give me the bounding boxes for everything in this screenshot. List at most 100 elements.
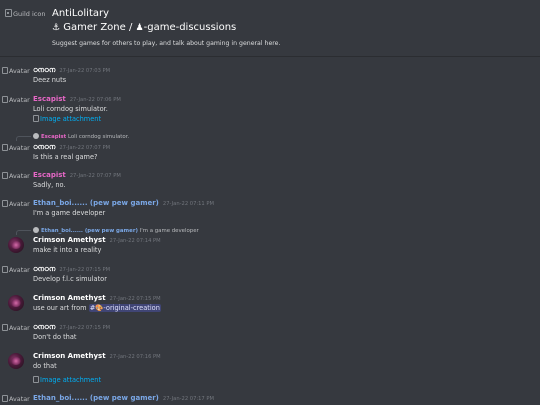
author-name[interactable]: ഠനഠന <box>33 143 55 151</box>
author-name[interactable]: Escapist <box>33 95 66 103</box>
message-header: Escapist 27-Jan-22 07:07 PM <box>33 171 121 179</box>
message-header: Crimson Amethyst 27-Jan-22 07:16 PM <box>33 352 161 360</box>
reply-connector <box>16 230 31 235</box>
message-header: ഠനഠന 27-Jan-22 07:07 PM <box>33 143 110 152</box>
timestamp: 27-Jan-22 07:14 PM <box>109 238 161 244</box>
channel-name[interactable]: -game-discussions <box>144 22 237 33</box>
broken-image-icon <box>2 67 8 74</box>
message-header: Escapist 27-Jan-22 07:06 PM <box>33 95 121 103</box>
message-content: Is this a real game? <box>33 153 98 161</box>
author-name[interactable]: Crimson Amethyst <box>33 294 106 302</box>
message-header: Crimson Amethyst 27-Jan-22 07:15 PM <box>33 294 161 302</box>
avatar-alt-text: Avatar <box>9 172 30 180</box>
message-content: make it into a reality <box>33 246 102 254</box>
message-content: I'm a game developer <box>33 209 106 217</box>
pawn-icon: ♟ <box>135 23 144 33</box>
anchor-icon: ⚓ <box>52 23 61 33</box>
avatar[interactable] <box>8 353 24 369</box>
channel-mention[interactable]: #🎨-original-creation <box>88 304 161 312</box>
reply-connector <box>16 136 31 141</box>
message-header: ഠനഠന 27-Jan-22 07:15 PM <box>33 323 110 332</box>
guild-icon: Guild icon <box>5 9 45 18</box>
broken-image-icon <box>2 96 8 103</box>
avatar-alt-text: Avatar <box>9 395 30 403</box>
reply-author: Escapist <box>41 134 67 140</box>
broken-image-icon <box>5 9 12 17</box>
timestamp: 27-Jan-22 07:16 PM <box>109 354 161 360</box>
message-content: Sadly, no. <box>33 181 66 189</box>
guild-icon-alt: Guild icon <box>13 10 46 18</box>
channel-topic: Suggest games for others to play, and ta… <box>52 40 281 47</box>
category-name[interactable]: Gamer Zone <box>63 22 126 33</box>
avatar[interactable]: Avatar <box>2 172 30 180</box>
timestamp: 27-Jan-22 07:07 PM <box>59 145 111 151</box>
timestamp: 27-Jan-22 07:17 PM <box>162 396 214 402</box>
reply-preview[interactable]: Ethan_boi...... (pew pew gamer) I'm a ga… <box>33 227 199 234</box>
broken-image-icon <box>2 172 8 179</box>
timestamp: 27-Jan-22 07:06 PM <box>69 97 121 103</box>
message-content: do that <box>33 362 57 370</box>
message-content: Don't do that <box>33 333 77 341</box>
message-header: Ethan_boi...... (pew pew gamer) 27-Jan-22… <box>33 394 214 402</box>
attachment-label: Image attachment <box>40 115 102 123</box>
broken-image-icon <box>33 376 39 383</box>
author-name[interactable]: Escapist <box>33 171 66 179</box>
avatar[interactable]: Avatar <box>2 324 30 332</box>
image-attachment[interactable]: Image attachment <box>33 115 101 123</box>
channel-path: ⚓ Gamer Zone / ♟-game-discussions <box>52 22 236 33</box>
author-name[interactable]: Crimson Amethyst <box>33 236 106 244</box>
avatar[interactable] <box>8 237 24 253</box>
broken-image-icon <box>2 266 8 273</box>
timestamp: 27-Jan-22 07:07 PM <box>69 173 121 179</box>
timestamp: 27-Jan-22 07:15 PM <box>59 325 111 331</box>
broken-image-icon <box>2 395 8 402</box>
avatar[interactable]: Avatar <box>2 67 30 75</box>
author-name[interactable]: ഠനഠന <box>33 265 55 273</box>
path-separator: / <box>128 22 133 33</box>
avatar-alt-text: Avatar <box>9 324 30 332</box>
message-content: Develop f.l.c simulator <box>33 275 107 283</box>
message-content: use our art from #🎨-original-creation <box>33 304 161 312</box>
avatar[interactable]: Avatar <box>2 266 30 274</box>
timestamp: 27-Jan-22 07:15 PM <box>59 267 111 273</box>
reply-avatar <box>33 227 39 233</box>
avatar[interactable]: Avatar <box>2 200 30 208</box>
message-content: Loli corndog simulator. <box>33 105 108 113</box>
message-header: Ethan_boi...... (pew pew gamer) 27-Jan-22… <box>33 199 214 207</box>
message-header: ഠനഠന 27-Jan-22 07:15 PM <box>33 265 110 274</box>
avatar-alt-text: Avatar <box>9 144 30 152</box>
channel-header: Guild icon AntiLolitary ⚓ Gamer Zone / ♟… <box>0 0 540 57</box>
broken-image-icon <box>2 200 8 207</box>
author-name[interactable]: Crimson Amethyst <box>33 352 106 360</box>
broken-image-icon <box>33 115 39 122</box>
image-attachment[interactable]: Image attachment <box>33 376 101 384</box>
reply-author: Ethan_boi...... (pew pew gamer) <box>41 228 138 234</box>
broken-image-icon <box>2 324 8 331</box>
content-text: use our art from <box>33 304 87 312</box>
message-header: Crimson Amethyst 27-Jan-22 07:14 PM <box>33 236 161 244</box>
reply-preview[interactable]: Escapist Loli corndog simulator. <box>33 133 129 140</box>
reply-text: I'm a game developer <box>139 228 199 234</box>
message-header: ഠനഠന 27-Jan-22 07:03 PM <box>33 66 110 75</box>
author-name[interactable]: Ethan_boi...... (pew pew gamer) <box>33 394 159 402</box>
timestamp: 27-Jan-22 07:11 PM <box>162 201 214 207</box>
reply-avatar <box>33 133 39 139</box>
timestamp: 27-Jan-22 07:03 PM <box>59 68 111 74</box>
avatar[interactable]: Avatar <box>2 395 30 403</box>
avatar[interactable] <box>8 295 24 311</box>
author-name[interactable]: ഠനഠന <box>33 323 55 331</box>
timestamp: 27-Jan-22 07:15 PM <box>109 296 161 302</box>
broken-image-icon <box>2 144 8 151</box>
author-name[interactable]: ഠനഠന <box>33 66 55 74</box>
avatar-alt-text: Avatar <box>9 96 30 104</box>
attachment-label: Image attachment <box>40 376 102 384</box>
avatar-alt-text: Avatar <box>9 266 30 274</box>
reply-text: Loli corndog simulator. <box>67 134 130 140</box>
avatar-alt-text: Avatar <box>9 200 30 208</box>
message-content: Deez nuts <box>33 76 67 84</box>
avatar[interactable]: Avatar <box>2 144 30 152</box>
author-name[interactable]: Ethan_boi...... (pew pew gamer) <box>33 199 159 207</box>
avatar-alt-text: Avatar <box>9 67 30 75</box>
avatar[interactable]: Avatar <box>2 96 30 104</box>
guild-name: AntiLolitary <box>52 8 110 19</box>
